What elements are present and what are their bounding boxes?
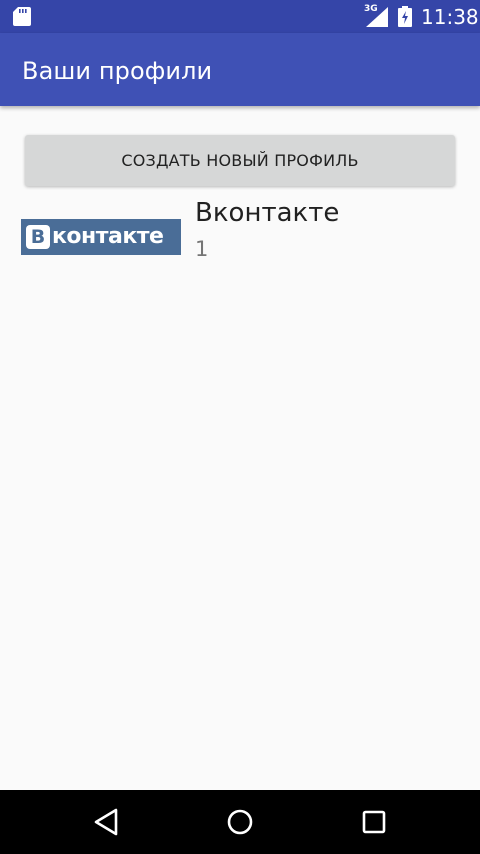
back-icon[interactable] (88, 804, 128, 840)
profile-count: 1 (195, 237, 209, 261)
profile-list-item[interactable]: В контакте Вконтакте 1 (0, 195, 480, 270)
recents-icon[interactable] (354, 804, 394, 840)
create-profile-button[interactable]: СОЗДАТЬ НОВЫЙ ПРОФИЛЬ (25, 135, 455, 186)
home-icon[interactable] (220, 804, 260, 840)
navigation-bar (0, 790, 480, 854)
screen: 3G 11:38 Ваши профили СОЗДАТЬ НОВЫЙ ПРОФ… (0, 0, 480, 854)
status-bar: 3G 11:38 (0, 0, 480, 33)
sd-card-icon (13, 7, 31, 26)
signal-icon (366, 7, 388, 27)
status-clock: 11:38 (421, 5, 479, 29)
profile-name: Вконтакте (195, 198, 340, 228)
page-title: Ваши профили (22, 57, 213, 85)
battery-charging-icon (398, 6, 412, 27)
app-bar: Ваши профили (0, 33, 480, 106)
vk-logo: В контакте (21, 219, 181, 255)
vk-logo-letter: В (26, 225, 50, 249)
vk-logo-text: контакте (52, 224, 164, 249)
